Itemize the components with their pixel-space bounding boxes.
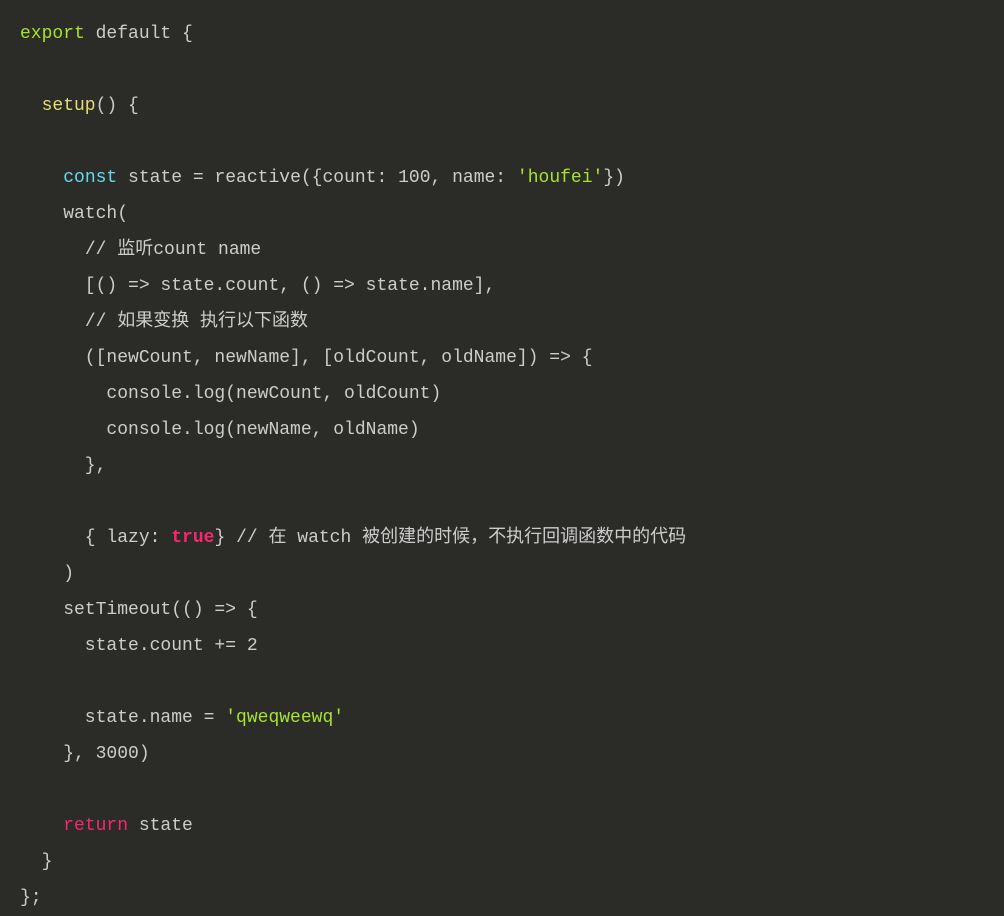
method-setup: setup <box>20 96 96 116</box>
code-text: [() => state.count, () => state.name], <box>20 276 495 296</box>
indent <box>20 816 63 836</box>
comment: // 在 watch 被创建的时候，不执行回调函数中的代码 <box>236 528 686 548</box>
keyword-default: default <box>85 24 171 44</box>
code-text: }, <box>20 456 106 476</box>
code-text: watch( <box>20 204 128 224</box>
comment: // 监听count name <box>85 240 261 260</box>
code-text: console.log(newCount, oldCount) <box>20 384 441 404</box>
string-literal: 'houfei' <box>517 168 603 188</box>
code-text: ([newCount, newName], [oldCount, oldName… <box>20 348 593 368</box>
number-literal: 3000 <box>96 744 139 764</box>
comment: // 如果变换 执行以下函数 <box>85 312 308 332</box>
number-literal: 100 <box>398 168 430 188</box>
code-text: }) <box>603 168 625 188</box>
number-literal: 2 <box>247 636 258 656</box>
code-text: state.count += <box>20 636 247 656</box>
boolean-true: true <box>171 528 214 548</box>
code-block: export default { setup() { const state =… <box>20 16 984 916</box>
code-text: { lazy: <box>20 528 171 548</box>
indent <box>20 312 85 332</box>
paren-brace: () { <box>96 96 139 116</box>
code-text: } <box>20 852 52 872</box>
code-text: } <box>214 528 236 548</box>
code-text: }, <box>20 744 96 764</box>
code-text: console.log(newName, oldName) <box>20 420 420 440</box>
code-text: ) <box>20 564 74 584</box>
code-text: state.name = <box>20 708 225 728</box>
code-text: setTimeout(() => { <box>20 600 258 620</box>
keyword-return: return <box>63 816 128 836</box>
code-text: ) <box>139 744 150 764</box>
keyword-const: const <box>63 168 117 188</box>
code-text: state = reactive({count: <box>117 168 398 188</box>
code-text: state <box>128 816 193 836</box>
brace: { <box>171 24 193 44</box>
code-text: , name: <box>431 168 517 188</box>
keyword-export: export <box>20 24 85 44</box>
indent <box>20 168 63 188</box>
indent <box>20 240 85 260</box>
code-text: }; <box>20 888 42 908</box>
string-literal: 'qweqweewq' <box>225 708 344 728</box>
